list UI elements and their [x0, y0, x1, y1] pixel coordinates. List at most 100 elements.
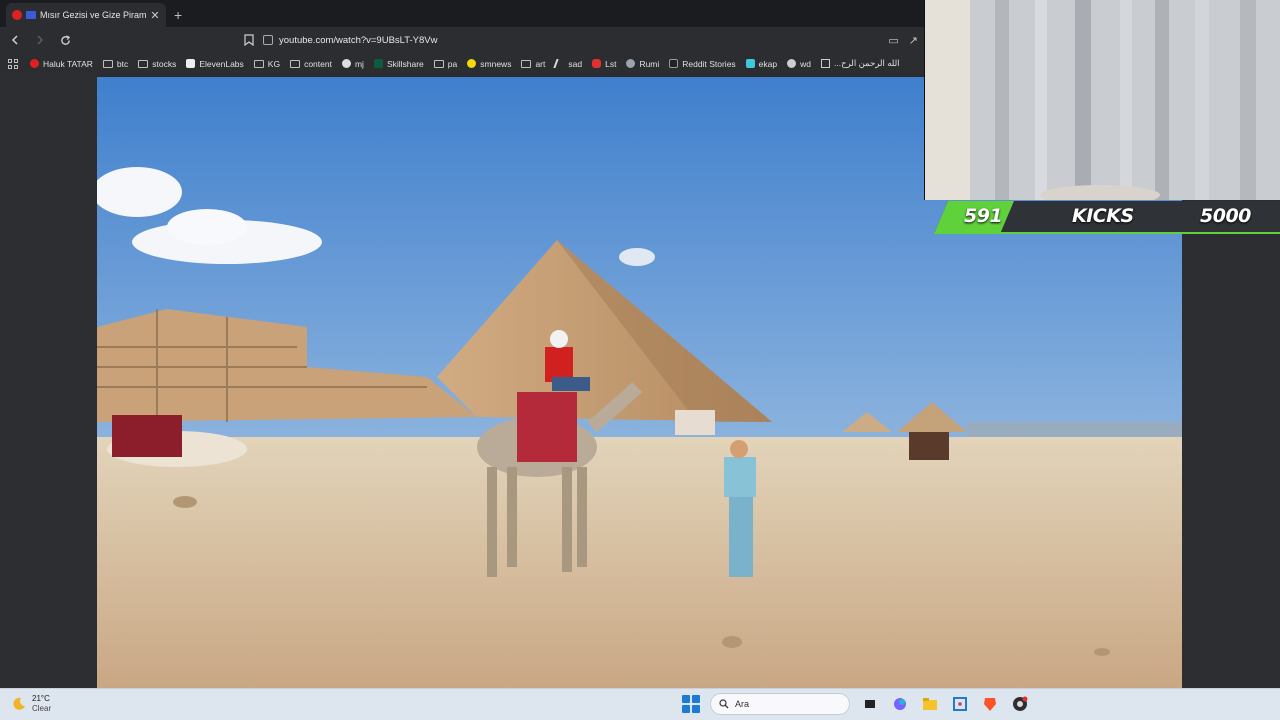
youtube-icon [12, 10, 22, 20]
start-button[interactable] [682, 695, 700, 713]
bird-icon [745, 59, 755, 68]
bookmark-item[interactable]: btc [102, 58, 129, 69]
reload-icon [60, 34, 70, 45]
search-placeholder: Ara [735, 699, 750, 709]
bookmark-label: Reddit Stories [682, 58, 736, 69]
bookmark-item[interactable]: Haluk TATAR [30, 59, 93, 69]
webcam-overlay [924, 0, 1280, 200]
bookmark-label: mj [354, 58, 364, 69]
search-icon [719, 699, 729, 709]
bookmark-label: content [304, 58, 332, 69]
slash-icon [553, 59, 567, 68]
page-margin-left [0, 74, 97, 688]
media-icon [26, 11, 36, 19]
folder-icon [290, 59, 301, 68]
wordpress-icon [787, 59, 797, 68]
share-icon[interactable]: ↗ [909, 34, 918, 47]
weather-condition: Clear [32, 704, 52, 713]
folder-icon [138, 59, 149, 68]
bookmark-label: Skillshare [386, 58, 424, 69]
bookmark-label: Rumi [639, 58, 660, 69]
taskbar-search[interactable]: Ara [710, 693, 850, 715]
bookmark-label: smnews [480, 58, 512, 69]
forward-button[interactable] [30, 30, 50, 50]
skillshare-icon [373, 59, 383, 68]
apps-grid-icon[interactable] [8, 58, 22, 69]
bookmark-item[interactable]: pa [433, 58, 458, 69]
bookmark-label: Haluk TATAR [43, 58, 93, 69]
reload-button[interactable] [55, 30, 75, 50]
bookmark-label: ...الله الرحمن الرح [833, 58, 900, 68]
bookmark-item[interactable]: ...الله الرحمن الرح [820, 58, 900, 69]
folder-icon [253, 59, 264, 68]
copilot-icon[interactable] [890, 694, 910, 714]
smiley-icon [467, 59, 477, 68]
task-view-icon[interactable] [860, 694, 880, 714]
globe-icon [626, 59, 636, 68]
bookmark-item[interactable]: Skillshare [373, 58, 424, 69]
tab-title: Mısır Gezisi ve Gize Piramitleri [40, 10, 146, 20]
kicks-goal: 5000 [1200, 205, 1251, 227]
elevenlabs-icon [186, 59, 196, 68]
back-arrow-icon [11, 35, 18, 45]
bookmark-item[interactable]: Lst [592, 59, 616, 69]
s-icon [592, 59, 602, 68]
bookmark-star-button[interactable] [241, 32, 257, 48]
taskbar: 21°C Clear Ara [0, 688, 1280, 720]
youtube-icon [30, 59, 39, 68]
d-icon [669, 59, 679, 68]
screen: Mısır Gezisi ve Gize Piramitleri ✕ + you… [0, 0, 1280, 720]
kicks-current: 591 [964, 205, 1003, 227]
tab-bar: Mısır Gezisi ve Gize Piramitleri ✕ + [0, 0, 924, 27]
cast-icon[interactable]: ▭ [888, 34, 898, 47]
bookmark-item[interactable]: content [290, 59, 332, 69]
bookmark-label: ekap [758, 58, 778, 69]
bookmark-label: stocks [152, 58, 177, 69]
address-bar[interactable]: youtube.com/watch?v=9UBsLT-Y8Vw [263, 30, 888, 50]
folder-icon [433, 59, 444, 68]
bookmark-item[interactable]: wd [787, 59, 811, 69]
weather-widget[interactable]: 21°C Clear [12, 694, 51, 714]
bookmark-label: art [535, 58, 546, 69]
bookmark-item[interactable]: Reddit Stories [669, 58, 736, 69]
bookmark-item[interactable]: ElevenLabs [186, 58, 244, 69]
kicks-label: KICKS [1072, 205, 1134, 227]
bookmark-item[interactable]: art [521, 59, 545, 69]
file-explorer-icon[interactable] [920, 694, 940, 714]
bookmark-item[interactable]: Rumi [626, 59, 659, 69]
bookmark-icon [244, 34, 254, 46]
doc-icon [820, 59, 830, 68]
bookmark-label: btc [116, 58, 129, 69]
new-tab-button[interactable]: + [174, 7, 182, 23]
snipping-tool-icon[interactable] [950, 694, 970, 714]
brave-browser-icon[interactable] [980, 694, 1000, 714]
bookmark-item[interactable]: smnews [467, 59, 511, 69]
moon-icon [13, 697, 25, 710]
tab-active[interactable]: Mısır Gezisi ve Gize Piramitleri ✕ [6, 3, 166, 27]
bookmark-item[interactable]: ekap [745, 58, 778, 69]
webcam-feed [925, 0, 1280, 200]
browser-toolbar: youtube.com/watch?v=9UBsLT-Y8Vw ▭ ↗ [0, 27, 924, 53]
bookmark-label: KG [267, 58, 281, 69]
bookmark-item[interactable]: mj [341, 58, 364, 69]
bookmark-label: ElevenLabs [199, 58, 244, 69]
bookmark-item[interactable]: KG [253, 58, 281, 69]
folder-icon [102, 59, 113, 68]
back-button[interactable] [5, 30, 25, 50]
forward-arrow-icon [37, 35, 44, 45]
close-icon[interactable]: ✕ [150, 9, 160, 22]
bookmark-item[interactable]: stocks [138, 59, 176, 69]
bookmark-label: Lst [605, 58, 617, 69]
obs-icon[interactable] [1010, 694, 1030, 714]
bookmarks-bar: Haluk TATAR btc stocks ElevenLabs KG content m… [0, 53, 924, 74]
folder-icon [521, 59, 532, 68]
site-info-icon[interactable] [263, 35, 273, 45]
bookmark-item[interactable]: sad [553, 58, 583, 69]
bookmark-label: pa [447, 58, 458, 69]
kicks-counter: 591 KICKS 5000 [934, 201, 1280, 234]
bookmark-label: wd [800, 58, 811, 69]
address-text[interactable]: youtube.com/watch?v=9UBsLT-Y8Vw [279, 35, 438, 46]
bookmark-label: sad [568, 58, 583, 69]
weather-temperature: 21°C [32, 694, 50, 703]
github-icon [341, 59, 351, 68]
